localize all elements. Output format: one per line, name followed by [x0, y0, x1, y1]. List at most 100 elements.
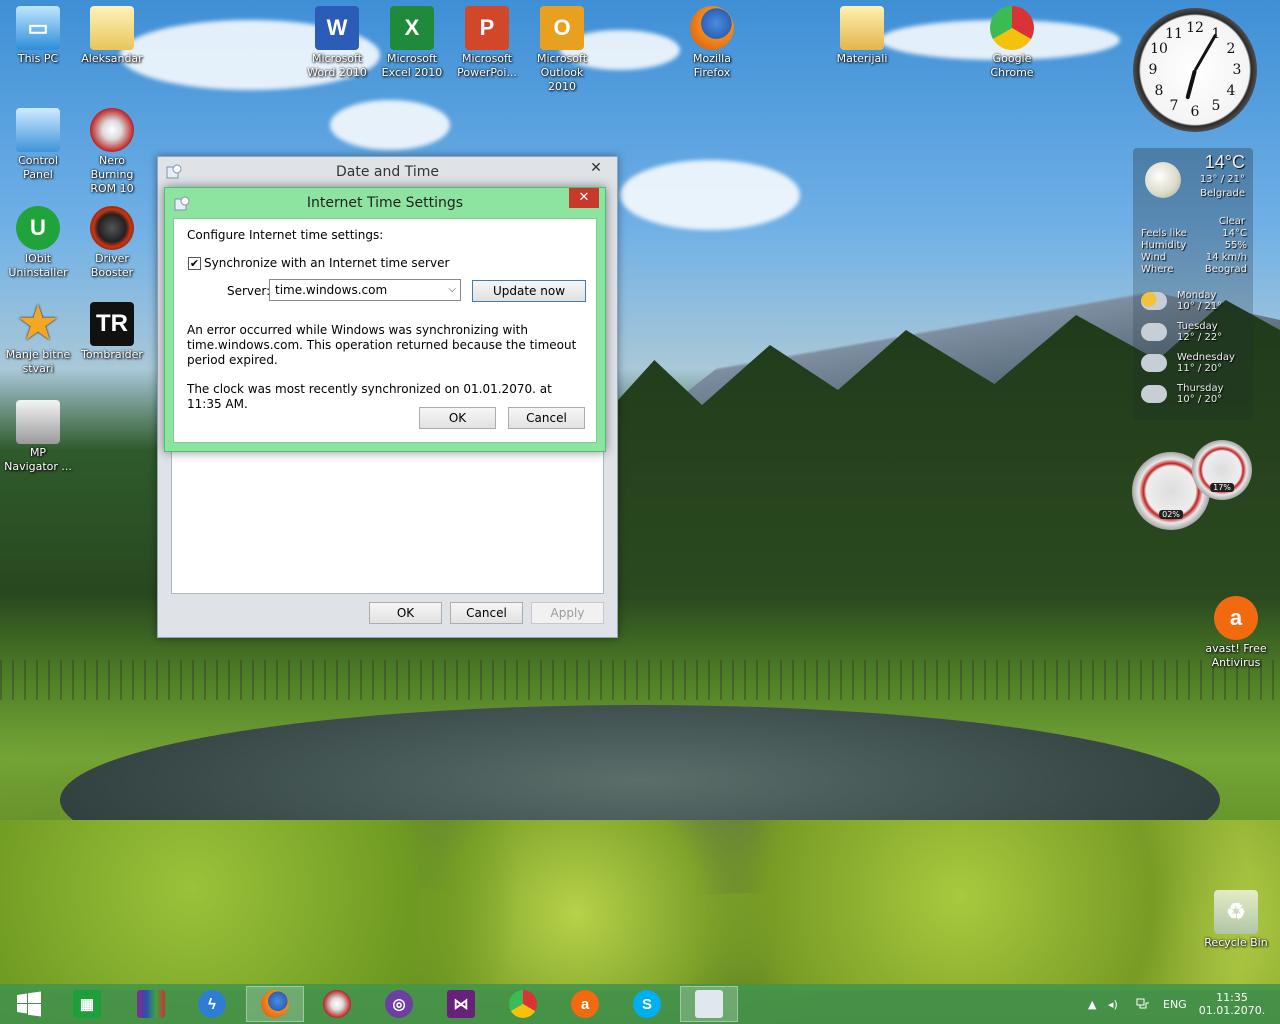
desktop-icon-driver-booster[interactable]: Driver Booster: [76, 206, 148, 280]
desktop-icon-firefox[interactable]: Mozilla Firefox: [676, 6, 748, 80]
tray-clock[interactable]: 11:35 01.01.2070.: [1196, 984, 1268, 1024]
clock-numeral: 12: [1186, 20, 1204, 36]
windows-logo-icon: [17, 991, 41, 1017]
chevron-up-icon[interactable]: ▲: [1088, 998, 1096, 1011]
taskbar-winrar[interactable]: [122, 986, 180, 1022]
desktop-icon-outlook[interactable]: O Microsoft Outlook 2010: [526, 6, 598, 94]
desktop-icon-mp-navigator[interactable]: MP Navigator ...: [2, 400, 74, 474]
firefox-icon: [690, 6, 734, 50]
taskbar-firefox[interactable]: [246, 986, 304, 1022]
ok-button[interactable]: OK: [419, 407, 496, 429]
taskbar-thunder[interactable]: ϟ: [183, 986, 241, 1022]
server-label: Server:: [227, 284, 271, 298]
folder-icon: [840, 6, 884, 50]
desktop-icon-powerpoint[interactable]: P Microsoft PowerPoi...: [451, 6, 523, 80]
desktop-icon-nero[interactable]: Nero Burning ROM 10: [76, 108, 148, 196]
apply-button[interactable]: Apply: [531, 602, 604, 624]
chrome-icon: [990, 6, 1034, 50]
taskbar-skype[interactable]: S: [618, 986, 676, 1022]
desktop-icon-recycle-bin[interactable]: ♻ Recycle Bin: [1200, 890, 1272, 950]
tab-content-pane: [171, 449, 604, 594]
tray-time: 11:35: [1216, 991, 1248, 1004]
weather-detail: Feels like 14°C: [1141, 228, 1247, 239]
storm-cloud-icon: [1141, 323, 1167, 341]
clock-gadget[interactable]: 12 1 2 3 4 5 6 7 8 9 10 11: [1133, 8, 1257, 132]
server-value: time.windows.com: [275, 283, 388, 297]
weather-temperature: 14°C: [1204, 152, 1245, 172]
recycle-bin-icon: ♻: [1214, 890, 1258, 934]
user-folder-icon: [90, 6, 134, 50]
taskbar-visual-studio[interactable]: ⋈: [432, 986, 490, 1022]
desktop-icon-aleksandar[interactable]: Aleksandar: [76, 6, 148, 66]
hour-hand: [1185, 69, 1197, 100]
forecast-day: Monday 10° / 21°: [1141, 290, 1251, 320]
desktop-icon-materijali[interactable]: Materijali: [826, 6, 898, 66]
desktop-icon-manje-bitne[interactable]: ★ Manje bitne stvari: [2, 302, 74, 376]
close-button[interactable]: ✕: [569, 188, 599, 208]
avast-icon: a: [1214, 596, 1258, 640]
language-indicator[interactable]: ENG: [1163, 984, 1187, 1024]
window-title: Date and Time: [336, 164, 439, 180]
word-icon: W: [315, 6, 359, 50]
minute-hand: [1193, 33, 1218, 72]
desktop-icon-iobit[interactable]: U IObit Uninstaller: [2, 206, 74, 280]
firefox-icon: [261, 990, 289, 1018]
desktop-icon-word[interactable]: W Microsoft Word 2010: [301, 6, 373, 80]
weather-gadget[interactable]: 14°C 13° / 21° Belgrade Clear Feels like…: [1133, 148, 1253, 420]
date-time-icon: [695, 990, 723, 1018]
clock-numeral: 9: [1148, 62, 1158, 78]
taskbar-nero[interactable]: [308, 986, 366, 1022]
forecast-day: Tuesday 12° / 22°: [1141, 321, 1251, 351]
desktop-icon-tombraider[interactable]: TR Tombraider: [76, 302, 148, 362]
weather-range: 13° / 21°: [1199, 174, 1245, 185]
weather-detail: Where Beograd: [1141, 264, 1247, 275]
cancel-button[interactable]: Cancel: [508, 407, 585, 429]
clock-numeral: 5: [1211, 98, 1221, 114]
clock-numeral: 8: [1154, 83, 1164, 99]
taskbar-date-time[interactable]: [680, 986, 738, 1022]
network-icon[interactable]: [1136, 984, 1150, 1024]
volume-icon[interactable]: ◂): [1108, 984, 1118, 1024]
desktop-icon-avast[interactable]: a avast! Free Antivirus: [1200, 596, 1272, 670]
avast-icon: a: [571, 990, 599, 1018]
outlook-icon: O: [540, 6, 584, 50]
sync-checkbox[interactable]: ✔: [188, 257, 201, 270]
torrent-icon: ◎: [385, 990, 413, 1018]
update-now-button[interactable]: Update now: [472, 280, 586, 302]
weather-condition: Clear: [1218, 216, 1245, 227]
clock-numeral: 11: [1165, 26, 1183, 42]
internet-time-settings-dialog[interactable]: Internet Time Settings ✕ Configure Inter…: [164, 187, 606, 452]
storm-cloud-icon: [1141, 354, 1167, 372]
forecast-day: Thursday 10° / 20°: [1141, 383, 1251, 413]
chevron-down-icon[interactable]: ⌵: [448, 280, 456, 300]
star-icon: ★: [18, 299, 58, 348]
dialog-title: Internet Time Settings: [306, 195, 464, 211]
winrar-icon: [137, 990, 165, 1018]
desktop-icon-excel[interactable]: X Microsoft Excel 2010: [376, 6, 448, 80]
taskbar-avast[interactable]: a: [556, 986, 614, 1022]
desktop-icon-chrome[interactable]: Google Chrome: [976, 6, 1048, 80]
ok-button[interactable]: OK: [369, 602, 442, 624]
desktop-icon-control-panel[interactable]: Control Panel: [2, 108, 74, 182]
clock-numeral: 3: [1232, 62, 1242, 78]
visual-studio-icon: ⋈: [447, 990, 475, 1018]
taskbar-torrent[interactable]: ◎: [370, 986, 428, 1022]
cancel-button[interactable]: Cancel: [450, 602, 523, 624]
memory-gauge: 17%: [1192, 440, 1252, 500]
clock-numeral: 6: [1190, 104, 1200, 120]
close-button[interactable]: ✕: [581, 159, 611, 179]
moon-icon: [1145, 162, 1181, 198]
store-icon: ▦: [73, 990, 101, 1018]
clock-numeral: 10: [1150, 41, 1168, 57]
start-button[interactable]: [0, 986, 58, 1022]
taskbar-chrome[interactable]: [494, 986, 552, 1022]
thunder-icon: ϟ: [198, 990, 226, 1018]
server-combobox[interactable]: time.windows.com ⌵: [269, 279, 461, 301]
network-icon-glyph: [1136, 998, 1149, 1009]
forecast-day: Wednesday 11° / 20°: [1141, 352, 1251, 382]
tombraider-icon: TR: [90, 302, 134, 346]
show-hidden-icons[interactable]: ▲: [1088, 984, 1096, 1024]
desktop-icon-this-pc[interactable]: ▭ This PC: [2, 6, 74, 66]
taskbar-store[interactable]: ▦: [58, 986, 116, 1022]
sync-checkbox-label[interactable]: Synchronize with an Internet time server: [204, 256, 449, 270]
